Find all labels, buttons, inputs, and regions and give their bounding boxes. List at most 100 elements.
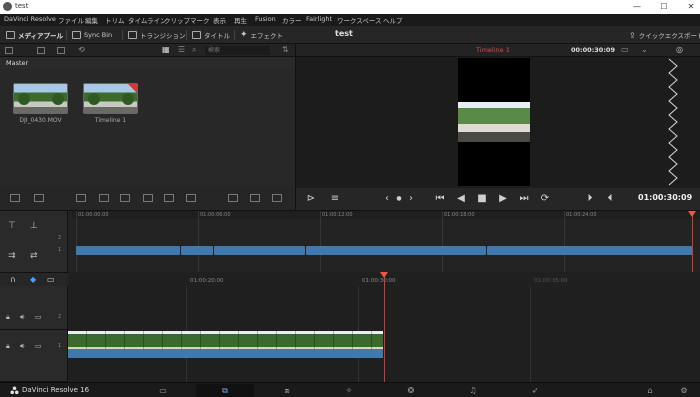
- media-page-icon[interactable]: ▭: [134, 384, 192, 397]
- maximize-button[interactable]: ☐: [657, 2, 671, 12]
- menu-file[interactable]: ファイル: [58, 15, 84, 25]
- menu-playback[interactable]: 再生: [234, 15, 247, 25]
- split-clip-icon[interactable]: ⊤: [8, 221, 16, 231]
- ruler-tick-label: 01:00:06:00: [200, 212, 231, 218]
- sync-bin-button[interactable]: Sync Bin: [72, 29, 112, 41]
- search-input[interactable]: [205, 46, 270, 55]
- marker-icon[interactable]: ◆: [30, 275, 36, 284]
- fast-forward-icon[interactable]: ⏭: [517, 192, 531, 206]
- cut-page-icon[interactable]: ⧉: [196, 384, 254, 397]
- track-options-icon[interactable]: ▭: [47, 275, 55, 284]
- sort-icon[interactable]: ⇅: [282, 45, 289, 54]
- lower-playhead-handle[interactable]: [380, 272, 388, 278]
- fairlight-page-icon[interactable]: ♫: [444, 384, 502, 397]
- menu-mark[interactable]: マーク: [190, 15, 210, 25]
- play-icon[interactable]: ▶: [496, 192, 510, 206]
- menu-clip[interactable]: クリップ: [164, 15, 190, 25]
- timeline-clip[interactable]: [76, 246, 180, 255]
- upper-playhead-handle[interactable]: [688, 211, 696, 217]
- fusion-page-icon[interactable]: ✧: [320, 384, 378, 397]
- snap-icon[interactable]: ⊥: [30, 221, 38, 231]
- menu-help[interactable]: ヘルプ: [383, 15, 403, 25]
- media-clip[interactable]: Timeline 1: [83, 83, 138, 124]
- import-media-icon[interactable]: [37, 47, 45, 54]
- settings-gear-icon[interactable]: ⚙: [674, 384, 694, 397]
- media-clip[interactable]: DJI_0430.MOV: [13, 83, 68, 124]
- dynamic-trim-icon[interactable]: ⇄: [30, 251, 38, 261]
- append-icon[interactable]: [76, 194, 86, 202]
- thumbnail-view-icon[interactable]: ▦: [162, 45, 170, 54]
- lock-icon[interactable]: 🔒︎: [6, 313, 10, 322]
- stop-icon[interactable]: ■: [475, 192, 489, 206]
- ruler-tick-label: 01:00:30:00: [362, 278, 396, 284]
- go-to-start-icon[interactable]: ⏮: [433, 192, 447, 206]
- timeline-clip[interactable]: [487, 246, 692, 255]
- place-on-top-icon[interactable]: [143, 194, 153, 202]
- smart-insert-icon[interactable]: [10, 194, 20, 202]
- minimize-button[interactable]: —: [630, 2, 644, 12]
- color-page-icon[interactable]: ❂: [382, 384, 440, 397]
- source-overwrite-icon[interactable]: [164, 194, 174, 202]
- menu-view[interactable]: 表示: [213, 15, 226, 25]
- magnet-icon[interactable]: ∩: [10, 275, 16, 284]
- playback-mode-icon[interactable]: ⊳: [304, 192, 318, 206]
- transition-dissolve-icon[interactable]: [228, 194, 238, 202]
- menu-fusion[interactable]: Fusion: [255, 15, 276, 23]
- menu-davinci-resolve[interactable]: DaVinci Resolve: [4, 15, 56, 23]
- bin-header[interactable]: Master: [0, 57, 295, 69]
- edit-page-icon[interactable]: ⧈: [258, 384, 316, 397]
- lower-playhead[interactable]: [384, 272, 385, 382]
- video-toggle-icon[interactable]: ▭: [35, 313, 42, 321]
- video-toggle-icon[interactable]: ▭: [35, 342, 42, 350]
- audio-icon[interactable]: 🔊︎: [20, 342, 24, 351]
- viewer[interactable]: [295, 57, 665, 188]
- menu-color[interactable]: カラー: [282, 15, 302, 25]
- menu-workspace[interactable]: ワークスペース: [337, 15, 382, 25]
- lower-timeline-tracks[interactable]: 🔒︎ 🔊︎ ▭ 2 🔒︎ 🔊︎ ▭ 1: [0, 286, 700, 382]
- previous-edit-icon[interactable]: ⏴: [603, 192, 617, 206]
- upper-timeline[interactable]: ⊤ ⊥ ⇉ ⇄ 2 1 01:00:00:00 01:00:06:00 01:0…: [0, 210, 700, 273]
- quick-export-button[interactable]: ⇪ クイックエクスポート: [629, 29, 700, 41]
- brand-label: DaVinci Resolve 16: [22, 386, 90, 394]
- panel-layout-icon[interactable]: [5, 47, 13, 54]
- transitions-button[interactable]: トランジション: [128, 29, 186, 41]
- clip-name: DJI_0430.MOV: [19, 117, 62, 124]
- menu-fairlight[interactable]: Fairlight: [306, 15, 332, 23]
- lock-icon[interactable]: 🔒︎: [6, 342, 10, 351]
- timeline-clip[interactable]: [306, 246, 486, 255]
- timeline-clip[interactable]: [214, 246, 305, 255]
- scissors-icon[interactable]: [34, 194, 44, 202]
- viewer-mode-icon[interactable]: ▭: [621, 45, 629, 54]
- titles-button[interactable]: タイトル: [192, 29, 230, 41]
- audio-trim-icon[interactable]: ⇉: [8, 251, 16, 261]
- viewer-options-icon[interactable]: ≡: [328, 192, 342, 206]
- media-pool-button[interactable]: メディアプール: [6, 29, 63, 41]
- timeline-clip[interactable]: [181, 246, 213, 255]
- ripple-overwrite-icon[interactable]: [99, 194, 109, 202]
- home-icon[interactable]: ⌂: [640, 384, 660, 397]
- audio-icon[interactable]: 🔊︎: [20, 313, 24, 322]
- menu-timeline[interactable]: タイムライン: [128, 15, 167, 25]
- trim-icon[interactable]: [186, 194, 196, 202]
- jog-forward-icon[interactable]: ›: [404, 192, 418, 206]
- import-folder-icon[interactable]: [57, 47, 65, 54]
- upper-playhead[interactable]: [692, 211, 693, 273]
- audio-clip[interactable]: [68, 349, 383, 358]
- close-button[interactable]: ✕: [684, 2, 698, 12]
- effects-button[interactable]: ✦ エフェクト: [240, 29, 283, 41]
- loop-icon[interactable]: ⟳: [538, 192, 552, 206]
- sync-icon[interactable]: ⟲: [78, 45, 85, 54]
- menu-edit[interactable]: 編集: [85, 15, 98, 25]
- color-options-icon[interactable]: ◎: [676, 45, 683, 54]
- play-reverse-icon[interactable]: ◀: [454, 192, 468, 206]
- transition-cut-icon[interactable]: [272, 194, 282, 202]
- upper-timeline-ruler[interactable]: 01:00:00:00 01:00:06:00 01:00:12:00 01:0…: [72, 211, 700, 219]
- search-icon[interactable]: ⌕: [192, 45, 196, 55]
- dropdown-icon[interactable]: ⌄: [641, 45, 648, 54]
- next-edit-icon[interactable]: ⏵: [583, 192, 597, 206]
- menu-trim[interactable]: トリム: [105, 15, 125, 25]
- transition-smooth-icon[interactable]: [250, 194, 260, 202]
- close-up-icon[interactable]: [120, 194, 130, 202]
- list-view-icon[interactable]: ☰: [178, 45, 185, 54]
- deliver-page-icon[interactable]: ➶: [506, 384, 564, 397]
